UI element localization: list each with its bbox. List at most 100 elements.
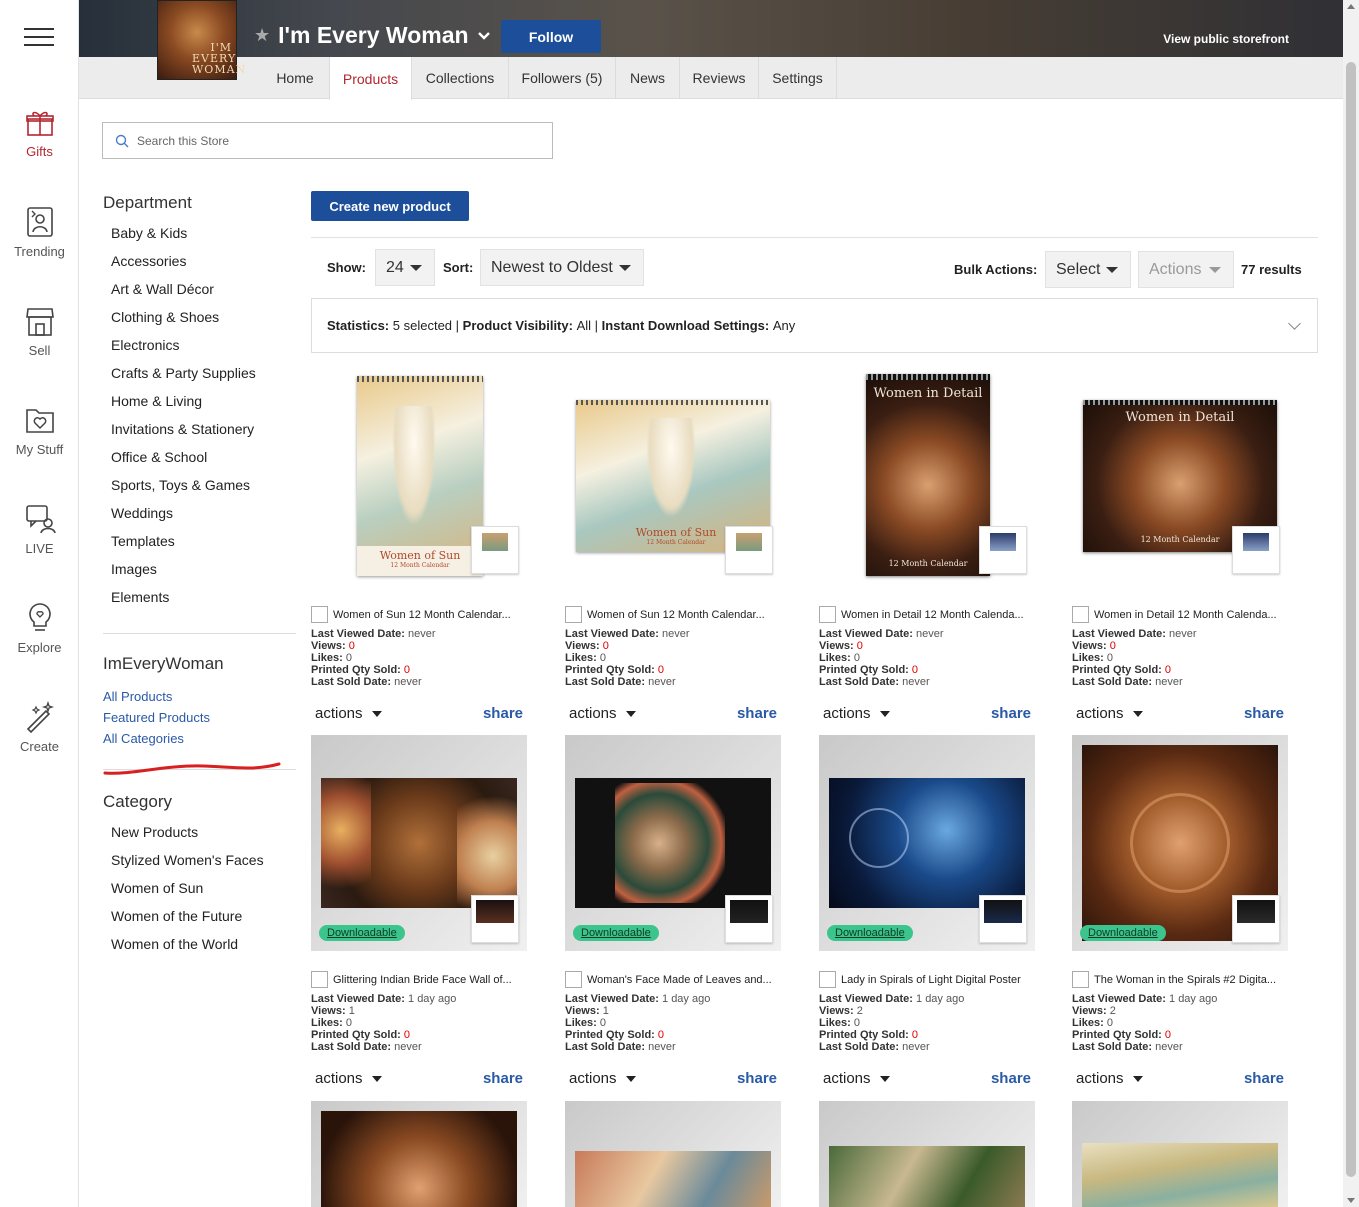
department-item[interactable]: Elements xyxy=(111,583,296,611)
category-item[interactable]: Women of Sun xyxy=(111,874,296,902)
share-link[interactable]: share xyxy=(1244,1070,1284,1087)
bulk-select-dropdown[interactable]: Select xyxy=(1045,251,1131,288)
tab-collections[interactable]: Collections xyxy=(412,57,509,99)
rail-item-create[interactable]: Create xyxy=(0,701,79,754)
department-item[interactable]: Art & Wall Décor xyxy=(111,275,296,303)
product-checkbox[interactable] xyxy=(311,971,328,988)
view-public-storefront-link[interactable]: View public storefront xyxy=(1163,32,1289,46)
product-thumbnail[interactable] xyxy=(725,895,773,943)
bulk-actions-dropdown[interactable]: Actions xyxy=(1138,251,1234,288)
tab-followers[interactable]: Followers (5) xyxy=(509,57,616,99)
share-link[interactable]: share xyxy=(483,1070,523,1087)
category-item[interactable]: New Products xyxy=(111,818,296,846)
product-title[interactable]: Women of Sun 12 Month Calendar... xyxy=(333,609,511,621)
department-item[interactable]: Invitations & Stationery xyxy=(111,415,296,443)
department-item[interactable]: Crafts & Party Supplies xyxy=(111,359,296,387)
product-card[interactable]: Women in Detail 12 Month Calendar Women … xyxy=(1072,370,1288,722)
department-item[interactable]: Baby & Kids xyxy=(111,219,296,247)
store-avatar[interactable]: I'M EVERY WOMAN xyxy=(157,0,245,80)
product-image[interactable] xyxy=(565,1101,781,1207)
product-title[interactable]: Women of Sun 12 Month Calendar... xyxy=(587,609,765,621)
department-item[interactable]: Accessories xyxy=(111,247,296,275)
scroll-down-arrow-icon[interactable] xyxy=(1347,1198,1355,1203)
tab-home[interactable]: Home xyxy=(260,57,330,99)
rail-item-trending[interactable]: Trending xyxy=(0,206,79,259)
department-item[interactable]: Home & Living xyxy=(111,387,296,415)
share-link[interactable]: share xyxy=(737,705,777,722)
product-checkbox[interactable] xyxy=(311,606,328,623)
product-image[interactable]: Women of Sun 12 Month Calendar xyxy=(565,370,781,586)
actions-dropdown[interactable]: actions xyxy=(1076,1070,1143,1087)
department-item[interactable]: Office & School xyxy=(111,443,296,471)
product-card[interactable]: Women of Sun 12 Month Calendar Women of … xyxy=(311,370,527,722)
product-thumbnail[interactable] xyxy=(979,526,1027,574)
actions-dropdown[interactable]: actions xyxy=(823,1070,890,1087)
product-title[interactable]: Women in Detail 12 Month Calenda... xyxy=(841,609,1024,621)
rail-item-sell[interactable]: Sell xyxy=(0,305,79,358)
product-title[interactable]: Lady in Spirals of Light Digital Poster xyxy=(841,974,1021,986)
rail-item-live[interactable]: LIVE xyxy=(0,503,79,556)
page-scrollbar[interactable] xyxy=(1343,0,1359,1207)
product-image[interactable]: Downloadable xyxy=(565,735,781,951)
tab-news[interactable]: News xyxy=(616,57,680,99)
show-count-dropdown[interactable]: 24 xyxy=(375,249,435,286)
actions-dropdown[interactable]: actions xyxy=(1076,705,1143,722)
follow-button[interactable]: Follow xyxy=(501,20,601,53)
statistics-panel[interactable]: Statistics: 5 selected | Product Visibil… xyxy=(311,298,1318,353)
expand-chevron-icon[interactable] xyxy=(1288,317,1301,330)
sort-dropdown[interactable]: Newest to Oldest xyxy=(480,249,644,286)
product-thumbnail[interactable] xyxy=(979,895,1027,943)
product-thumbnail[interactable] xyxy=(471,895,519,943)
product-image[interactable]: Downloadable xyxy=(1072,735,1288,951)
department-item[interactable]: Sports, Toys & Games xyxy=(111,471,296,499)
store-link-all-products[interactable]: All Products xyxy=(103,686,296,707)
product-card[interactable]: Downloadable The Woman in the Spirals #2… xyxy=(1072,735,1288,1087)
product-thumbnail[interactable] xyxy=(1232,526,1280,574)
product-title[interactable]: Woman's Face Made of Leaves and... xyxy=(587,974,772,986)
product-card[interactable]: Women of Sun 12 Month Calendar Women of … xyxy=(565,370,781,722)
share-link[interactable]: share xyxy=(991,705,1031,722)
rail-item-explore[interactable]: Explore xyxy=(0,602,79,655)
product-thumbnail[interactable] xyxy=(725,526,773,574)
product-image[interactable] xyxy=(819,1101,1035,1207)
product-card[interactable]: Downloadable Lady in Spirals of Light Di… xyxy=(819,735,1035,1087)
share-link[interactable]: share xyxy=(737,1070,777,1087)
share-link[interactable]: share xyxy=(1244,705,1284,722)
category-item[interactable]: Women of the World xyxy=(111,930,296,958)
scrollbar-thumb[interactable] xyxy=(1346,62,1356,1177)
product-image[interactable] xyxy=(1072,1101,1288,1207)
search-input[interactable] xyxy=(137,133,537,148)
share-link[interactable]: share xyxy=(483,705,523,722)
product-checkbox[interactable] xyxy=(819,606,836,623)
department-item[interactable]: Templates xyxy=(111,527,296,555)
actions-dropdown[interactable]: actions xyxy=(315,1070,382,1087)
star-icon[interactable]: ★ xyxy=(254,25,270,46)
actions-dropdown[interactable]: actions xyxy=(315,705,382,722)
product-title[interactable]: Glittering Indian Bride Face Wall of... xyxy=(333,974,512,986)
product-image[interactable] xyxy=(311,1101,527,1207)
rail-item-my-stuff[interactable]: My Stuff xyxy=(0,404,79,457)
product-image[interactable]: Women in Detail 12 Month Calendar xyxy=(819,370,1035,586)
category-item[interactable]: Women of the Future xyxy=(111,902,296,930)
store-link-all-categories[interactable]: All Categories xyxy=(103,728,296,749)
actions-dropdown[interactable]: actions xyxy=(569,1070,636,1087)
downloadable-badge[interactable]: Downloadable xyxy=(573,925,659,941)
product-checkbox[interactable] xyxy=(565,971,582,988)
actions-dropdown[interactable]: actions xyxy=(823,705,890,722)
store-link-featured-products[interactable]: Featured Products xyxy=(103,707,296,728)
downloadable-badge[interactable]: Downloadable xyxy=(319,925,405,941)
chevron-down-icon[interactable] xyxy=(477,31,491,41)
department-item[interactable]: Images xyxy=(111,555,296,583)
downloadable-badge[interactable]: Downloadable xyxy=(827,925,913,941)
department-item[interactable]: Weddings xyxy=(111,499,296,527)
create-new-product-button[interactable]: Create new product xyxy=(311,191,469,221)
share-link[interactable]: share xyxy=(991,1070,1031,1087)
tab-reviews[interactable]: Reviews xyxy=(680,57,759,99)
store-title[interactable]: ★ I'm Every Woman xyxy=(254,22,491,49)
product-card[interactable]: Downloadable Woman's Face Made of Leaves… xyxy=(565,735,781,1087)
tab-products[interactable]: Products xyxy=(329,57,412,100)
product-title[interactable]: Women in Detail 12 Month Calenda... xyxy=(1094,609,1277,621)
category-item[interactable]: Stylized Women's Faces xyxy=(111,846,296,874)
product-checkbox[interactable] xyxy=(1072,606,1089,623)
product-checkbox[interactable] xyxy=(819,971,836,988)
